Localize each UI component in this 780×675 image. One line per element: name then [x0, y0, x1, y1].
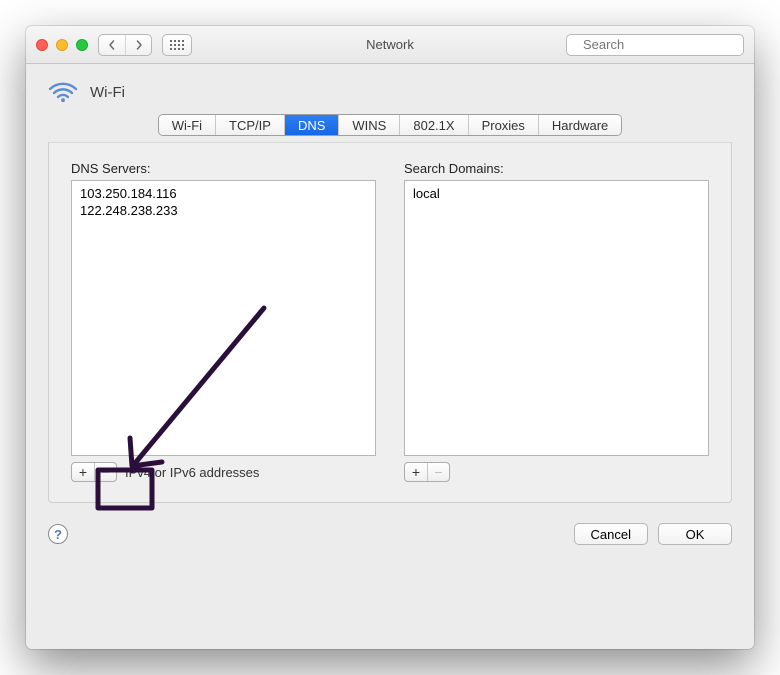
chevron-right-icon: [134, 40, 144, 50]
search-domains-column: Search Domains: local + −: [404, 161, 709, 482]
interface-name: Wi-Fi: [90, 84, 125, 101]
search-domain-remove-button[interactable]: −: [427, 463, 449, 481]
dns-panel: DNS Servers: 103.250.184.116122.248.238.…: [48, 142, 732, 503]
dns-servers-list[interactable]: 103.250.184.116122.248.238.233: [71, 180, 376, 456]
dns-server-item[interactable]: 122.248.238.233: [72, 202, 375, 219]
search-domains-list[interactable]: local: [404, 180, 709, 456]
tab-proxies[interactable]: Proxies: [468, 115, 538, 135]
search-domains-pm: + −: [404, 462, 450, 482]
dns-servers-pm: + −: [71, 462, 117, 482]
tab-8021x[interactable]: 802.1X: [399, 115, 467, 135]
tab-wins[interactable]: WINS: [338, 115, 399, 135]
tab-hardware[interactable]: Hardware: [538, 115, 621, 135]
wifi-icon: [48, 80, 78, 104]
sheet-footer: ? Cancel OK: [26, 503, 754, 563]
sheet-header: Wi-Fi: [26, 64, 754, 112]
dns-remove-button[interactable]: −: [94, 463, 116, 481]
dns-servers-column: DNS Servers: 103.250.184.116122.248.238.…: [71, 161, 376, 482]
network-advanced-window: Network Wi-Fi Wi-FiTCP/IPDNSWINS802.1XPr…: [26, 26, 754, 649]
help-button[interactable]: ?: [48, 524, 68, 544]
tab-wifi[interactable]: Wi-Fi: [159, 115, 215, 135]
forward-button[interactable]: [125, 35, 151, 55]
dns-servers-label: DNS Servers:: [71, 161, 376, 176]
dns-hint: IPv4 or IPv6 addresses: [125, 465, 259, 480]
tab-bar: Wi-FiTCP/IPDNSWINS802.1XProxiesHardware: [26, 114, 754, 136]
tab-tcpip[interactable]: TCP/IP: [215, 115, 284, 135]
minimize-window-button[interactable]: [56, 39, 68, 51]
zoom-window-button[interactable]: [76, 39, 88, 51]
nav-back-forward: [98, 34, 152, 56]
search-domains-label: Search Domains:: [404, 161, 709, 176]
back-button[interactable]: [99, 35, 125, 55]
search-domain-item[interactable]: local: [405, 185, 708, 202]
show-all-button[interactable]: [162, 34, 192, 56]
close-window-button[interactable]: [36, 39, 48, 51]
dns-add-button[interactable]: +: [72, 463, 94, 481]
grid-icon: [170, 40, 184, 50]
tab-dns[interactable]: DNS: [284, 115, 338, 135]
window-controls: [36, 39, 88, 51]
titlebar: Network: [26, 26, 754, 64]
cancel-button[interactable]: Cancel: [574, 523, 648, 545]
search-domain-add-button[interactable]: +: [405, 463, 427, 481]
ok-button[interactable]: OK: [658, 523, 732, 545]
chevron-left-icon: [107, 40, 117, 50]
dns-server-item[interactable]: 103.250.184.116: [72, 185, 375, 202]
search-input[interactable]: [581, 36, 754, 53]
search-field[interactable]: [566, 34, 744, 56]
